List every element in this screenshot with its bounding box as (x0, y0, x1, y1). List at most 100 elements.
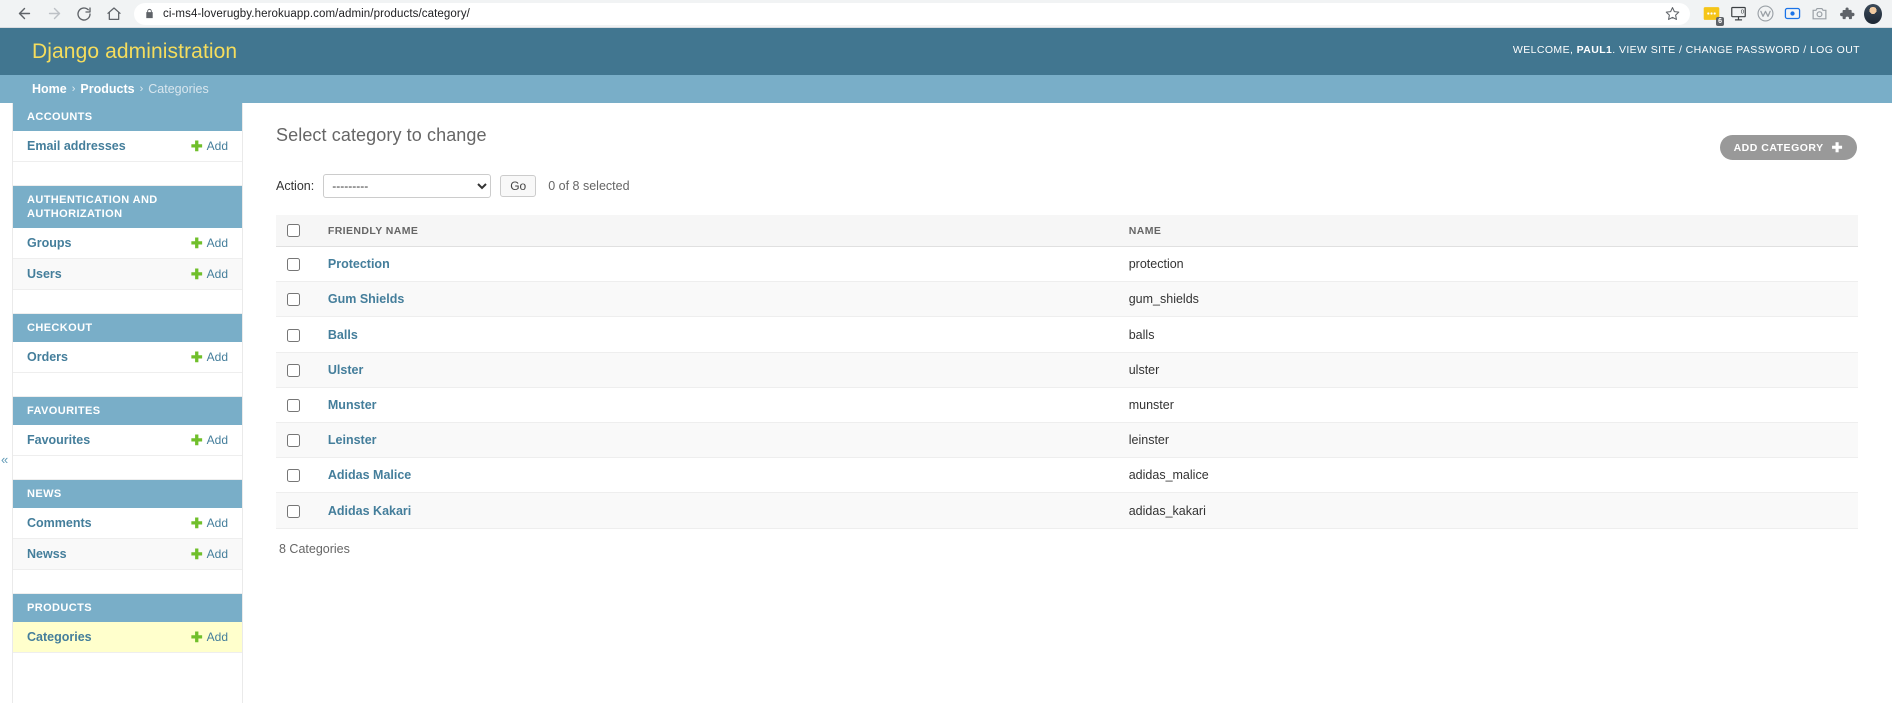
camera-extension-icon[interactable] (1810, 5, 1828, 23)
sidebar-item-label[interactable]: Newss (27, 547, 67, 561)
user-avatar-icon[interactable] (1864, 3, 1882, 24)
screen-capture-extension-icon[interactable]: 0 (1729, 5, 1747, 23)
table-row[interactable]: Balls balls (276, 316, 1858, 353)
sidebar-block-gap (13, 373, 242, 397)
column-header-name[interactable]: NAME (1118, 215, 1858, 247)
sidebar-item-label[interactable]: Comments (27, 516, 92, 530)
row-select-cell (276, 281, 318, 318)
sidebar-item-comments[interactable]: Comments ✚ Add (13, 508, 242, 539)
cell-friendly-name: Gum Shields (317, 281, 1119, 318)
cell-name: munster (1118, 387, 1858, 424)
sidebar-add-link[interactable]: ✚ Add (191, 267, 228, 281)
table-row[interactable]: Adidas Kakari adidas_kakari (276, 492, 1858, 529)
sidebar-item-label[interactable]: Categories (27, 630, 92, 644)
sidebar-toggle-strip[interactable]: « (0, 103, 13, 703)
row-object-link[interactable]: Ulster (328, 363, 363, 377)
results-table-body: Protection protection Gum Shields gum_shiel… (276, 246, 1858, 529)
breadcrumb-item-home[interactable]: Home (32, 82, 67, 96)
select-all-checkbox[interactable] (287, 224, 300, 237)
row-checkbox[interactable] (287, 258, 300, 272)
sidebar-item-favourites[interactable]: Favourites ✚ Add (13, 425, 242, 456)
cell-friendly-name: Munster (317, 387, 1119, 424)
row-object-link[interactable]: Adidas Malice (328, 468, 411, 482)
sidebar-item-email-addresses[interactable]: Email addresses ✚ Add (13, 131, 242, 162)
sidebar-add-label: Add (206, 139, 228, 153)
object-tools: ADD CATEGORY ✚ (1719, 135, 1857, 160)
row-checkbox[interactable] (287, 504, 300, 518)
row-object-link[interactable]: Gum Shields (328, 292, 404, 306)
add-category-label: ADD CATEGORY (1733, 141, 1824, 154)
row-checkbox[interactable] (287, 363, 300, 377)
row-object-link[interactable]: Leinster (328, 433, 377, 447)
sidebar-app-title: NEWS (13, 480, 242, 508)
reload-button[interactable] (70, 0, 98, 28)
selection-counter: 0 of 8 selected (548, 179, 630, 193)
collapse-sidebar-icon[interactable]: « (1, 453, 8, 466)
plus-icon: ✚ (190, 546, 203, 562)
table-row[interactable]: Protection protection (276, 246, 1858, 283)
add-category-button[interactable]: ADD CATEGORY ✚ (1719, 135, 1857, 160)
sidebar-add-link[interactable]: ✚ Add (191, 630, 228, 644)
sidebar-item-users[interactable]: Users ✚ Add (13, 259, 242, 290)
row-checkbox[interactable] (287, 328, 300, 342)
sidebar-add-label: Add (206, 236, 228, 250)
breadcrumb-separator: › (139, 83, 144, 95)
sidebar-app-title: ACCOUNTS (13, 103, 242, 131)
breadcrumb-item-categories: Categories (148, 82, 209, 96)
row-object-link[interactable]: Protection (328, 257, 390, 271)
sidebar-add-link[interactable]: ✚ Add (191, 516, 228, 530)
browser-toolbar: ci-ms4-loverugby.herokuapp.com/admin/pro… (0, 0, 1892, 28)
sidebar-item-orders[interactable]: Orders ✚ Add (13, 342, 242, 373)
change-password-link[interactable]: CHANGE PASSWORD (1686, 44, 1800, 56)
log-out-link[interactable]: LOG OUT (1810, 44, 1860, 56)
forward-button[interactable] (40, 0, 68, 28)
row-object-link[interactable]: Adidas Kakari (328, 504, 411, 518)
bookmark-star-icon[interactable] (1657, 6, 1680, 21)
cell-name: ulster (1118, 352, 1858, 388)
breadcrumb-item-products[interactable]: Products (80, 82, 134, 96)
sidebar-add-link[interactable]: ✚ Add (191, 547, 228, 561)
sidebar-item-label[interactable]: Groups (27, 236, 71, 250)
sidebar-add-link[interactable]: ✚ Add (191, 139, 228, 153)
table-row[interactable]: Munster munster (276, 387, 1858, 424)
go-button[interactable]: Go (500, 175, 537, 197)
row-checkbox[interactable] (287, 434, 300, 448)
recorder-extension-icon[interactable] (1783, 5, 1801, 23)
column-header-friendly-name[interactable]: FRIENDLY NAME (317, 215, 1119, 247)
table-row[interactable]: Ulster ulster (276, 352, 1858, 388)
sidebar-item-groups[interactable]: Groups ✚ Add (13, 228, 242, 259)
site-branding[interactable]: Django administration (32, 40, 237, 64)
sidebar-add-link[interactable]: ✚ Add (191, 236, 228, 250)
home-button[interactable] (100, 0, 128, 28)
sidebar-add-link[interactable]: ✚ Add (191, 350, 228, 364)
browser-extension-icons: 6 0 (1698, 3, 1882, 26)
sidebar-item-label[interactable]: Users (27, 267, 62, 281)
row-checkbox[interactable] (287, 293, 300, 307)
row-checkbox[interactable] (287, 469, 300, 483)
sidebar-block-gap (13, 290, 242, 314)
back-button[interactable] (10, 0, 38, 28)
address-bar[interactable]: ci-ms4-loverugby.herokuapp.com/admin/pro… (134, 2, 1690, 25)
row-checkbox[interactable] (287, 399, 300, 413)
row-select-cell (276, 457, 318, 494)
result-count: 8 Categories (279, 541, 350, 556)
sidebar-item-label[interactable]: Email addresses (27, 139, 126, 153)
sidebar-app-block: AUTHENTICATION AND AUTHORIZATION Groups ✚ A… (13, 186, 242, 290)
action-select[interactable]: --------- (323, 174, 492, 198)
sidebar-item-label[interactable]: Favourites (27, 433, 90, 447)
notes-extension-icon[interactable]: 6 (1702, 5, 1724, 26)
table-row[interactable]: Leinster leinster (276, 422, 1858, 459)
wave-extension-icon[interactable] (1756, 5, 1774, 23)
table-row[interactable]: Adidas Malice adidas_malice (276, 457, 1858, 494)
sidebar-item-newss[interactable]: Newss ✚ Add (13, 539, 242, 570)
puzzle-extensions-icon[interactable] (1837, 5, 1855, 23)
row-object-link[interactable]: Munster (328, 398, 377, 412)
sidebar-item-categories[interactable]: Categories ✚ Add (13, 622, 242, 653)
cell-name: adidas_kakari (1118, 492, 1858, 529)
sidebar-item-label[interactable]: Orders (27, 350, 68, 364)
view-site-link[interactable]: VIEW SITE (1619, 44, 1676, 56)
table-row[interactable]: Gum Shields gum_shields (276, 281, 1858, 318)
row-object-link[interactable]: Balls (328, 328, 358, 342)
sidebar-add-label: Add (206, 267, 228, 281)
sidebar-add-link[interactable]: ✚ Add (191, 433, 228, 447)
